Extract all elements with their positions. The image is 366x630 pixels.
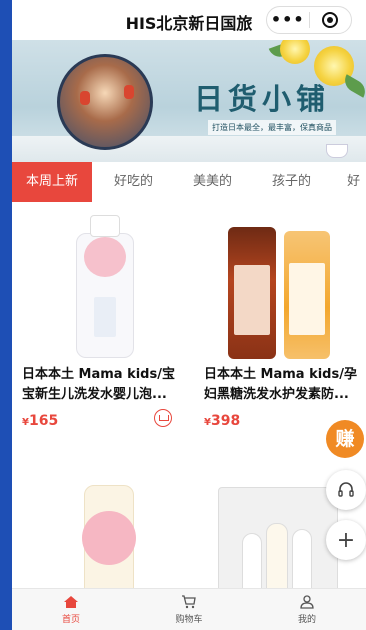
expand-button[interactable]: + [326, 520, 366, 560]
menu-capsule: ••• [266, 6, 352, 34]
leaf-decoration [340, 74, 366, 98]
product-name[interactable]: 日本本土 Mama kids/孕妇黑糖洗发水护发素防... [194, 365, 366, 405]
tab-more[interactable]: 好 [325, 162, 366, 202]
customer-service-button[interactable] [326, 470, 366, 510]
lemon-decoration [280, 40, 310, 64]
product-image[interactable] [12, 205, 184, 365]
street-illustration [57, 54, 153, 150]
more-button[interactable]: ••• [267, 6, 309, 34]
nav-cart-label: 购物车 [175, 614, 203, 625]
top-bar: HIS北京新日国旅 ••• [12, 0, 366, 40]
earn-button[interactable]: 赚 [326, 420, 364, 458]
product-card[interactable]: 日本本土 Mama kids/孕妇黑糖洗发水护发素防... ¥398 [194, 205, 366, 429]
banner-subline: 打造日本最全，最丰富，保真商品 [208, 120, 336, 135]
tab-kids[interactable]: 孩子的 [246, 162, 325, 202]
tab-food[interactable]: 好吃的 [92, 162, 167, 202]
product-image[interactable] [194, 205, 366, 365]
baby-label [82, 511, 136, 565]
tab-new-this-week[interactable]: 本周上新 [12, 162, 93, 202]
baby-label [84, 237, 126, 277]
product-card[interactable]: 日本本土 Mama kids/宝宝新生儿洗发水婴儿泡... ¥165 [12, 205, 184, 429]
target-icon [322, 12, 339, 28]
nav-home-label: 首页 [61, 614, 80, 625]
banner-headline: 日货小铺 [194, 82, 331, 116]
add-to-cart-icon[interactable] [154, 409, 172, 427]
close-button[interactable] [309, 12, 351, 28]
nav-profile[interactable]: 我的 [248, 589, 366, 630]
product-name[interactable]: 日本本土 Mama kids/宝宝新生儿洗发水婴儿泡... [12, 365, 184, 405]
user-icon [300, 594, 314, 609]
tab-beauty[interactable]: 美美的 [167, 162, 246, 202]
bottom-navigation: 首页 购物车 我的 [12, 588, 366, 630]
cart-icon [182, 594, 196, 608]
app-frame: HIS北京新日国旅 ••• 日货小铺 打造日本最全，最丰富，保真商品 本周上新 … [12, 0, 366, 630]
plus-icon: + [336, 527, 356, 553]
category-tabs: 本周上新 好吃的 美美的 孩子的 好 [12, 162, 366, 202]
promo-banner[interactable]: 日货小铺 打造日本最全，最丰富，保真商品 [12, 40, 366, 162]
nav-profile-label: 我的 [297, 614, 316, 625]
nav-cart[interactable]: 购物车 [130, 589, 248, 630]
nav-home[interactable]: 首页 [12, 589, 130, 630]
cup-decoration [326, 144, 348, 158]
headset-icon [338, 482, 354, 497]
home-icon [64, 595, 78, 608]
